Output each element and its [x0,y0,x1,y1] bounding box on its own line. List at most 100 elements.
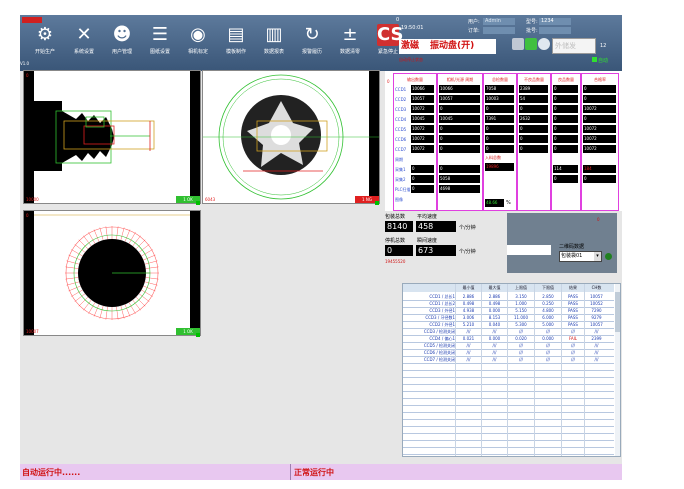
status-right: 正常运行中 [294,468,334,477]
table-row[interactable]: CCD5 / 检测关闭 /// /// /// /// /// /// [403,342,614,349]
stop-label: 停机总数 [385,238,406,244]
table-cell [508,440,534,447]
qr-data-label: 二维码数据 [559,244,585,250]
table-cell [562,426,584,433]
magnetize-mode[interactable]: 激磁 [399,39,429,54]
table-cell: /// [570,357,576,362]
data-report-button[interactable]: ▥ 数据报表 [254,24,294,68]
template-icon: ▤ [227,24,245,45]
table-row[interactable] [403,412,614,419]
start-production-button[interactable]: ⚙ 开始生产 [25,24,65,68]
camera-view-1[interactable]: 0 10000 1 OK [23,70,201,204]
table-cell [456,370,481,377]
table-column-divider [455,284,456,456]
alarm-history-button[interactable]: ↻ 报警履历 [292,24,332,68]
camera-corner-marker [196,201,200,205]
drawing-settings-button[interactable]: ☰ 图纸设置 [140,24,180,68]
counter-cell: 0 [553,175,578,183]
qr-input[interactable] [507,245,551,255]
table-row[interactable] [403,384,614,391]
table-cell [535,447,561,454]
table-cell [456,426,481,433]
stats-panel: 包装总数 平均速度 8140 458 个/分钟 停机总数 瞬间速度 0 673 … [383,213,622,279]
template-button[interactable]: ▤ 模板制作 [216,24,256,68]
counter-number: 19455520 [385,259,406,264]
table-row[interactable]: CCD2 / 外径1 5.210 0.040 5.300 5.000 PASS 10057 [403,321,614,328]
system-settings-button[interactable]: ✕ 系统设置 [64,24,104,68]
table-cell: 1.000 [515,301,527,306]
vibration-plate-mode[interactable]: 振动盘(开) [428,39,496,54]
counter-cell: 10045 [411,115,434,123]
model-label: 型号: [526,19,538,25]
table-row[interactable]: CCD1 / 总长1 2.886 2.886 3.150 2.850 PASS 10057 [403,293,614,300]
table-cell [456,433,481,440]
table-cell [585,440,608,447]
counter-cell: 184 [583,165,616,173]
table-row[interactable] [403,377,614,384]
row-label: CCD2 [395,97,407,102]
table-row[interactable] [403,398,614,405]
table-cell: CCD3 / 牙径数1 [425,315,455,320]
table-cell [403,391,455,398]
counter-cell: 10072 [583,125,616,133]
table-row[interactable] [403,405,614,412]
table-cell [535,398,561,405]
table-cell [585,398,608,405]
table-cell [508,384,534,391]
table-column-header [403,284,455,292]
scrollbar-thumb[interactable] [615,292,620,332]
table-cell: /// [492,329,497,334]
radial-probe-line [66,281,80,286]
data-clear-button[interactable]: ± 数据清零 [330,24,370,68]
table-cell [508,405,534,412]
check-icon[interactable] [525,38,537,50]
output-dropdown[interactable]: 外储发 [552,38,596,54]
table-row[interactable] [403,440,614,447]
table-row[interactable]: CCD3 / 检测关闭 /// /// /// /// /// /// [403,328,614,335]
user-label: 用户: [468,19,480,25]
table-row[interactable] [403,426,614,433]
row-label: CCD4 [395,117,407,122]
info-icon[interactable] [538,38,550,50]
table-cell: 6.000 [542,315,554,320]
table-row[interactable]: CCD6 / 检测关闭 /// /// /// /// /// /// [403,349,614,356]
camera-id-label: 10007 [26,329,39,334]
measurement-table[interactable]: 最小值 最大值 上限值 下限值 结果 CH数 CCD1 / 总长1 2.886 2.886 3.… [402,283,621,457]
table-cell [508,377,534,384]
table-row[interactable] [403,433,614,440]
counter-cell: 10066 [439,85,480,93]
counter-cell: 114 [553,165,578,173]
table-row[interactable] [403,363,614,370]
row-label: CCD7 [395,147,407,152]
table-row[interactable] [403,447,614,454]
table-row[interactable]: CCD4 / 偏心1 0.021 0.000 0.020 0.000 FAIL 2399 [403,335,614,342]
counter-cell: 7058 [485,85,514,93]
table-column-header: 结果 [569,285,577,290]
lock-icon[interactable] [512,38,524,50]
camera-calibration-button[interactable]: ◉ 相机标定 [178,24,218,68]
order-label: 订单: [468,28,480,34]
table-cell [562,377,584,384]
table-row[interactable] [403,391,614,398]
table-row[interactable] [403,370,614,377]
table-cell: /// [594,357,599,362]
table-scrollbar[interactable] [615,284,620,456]
counter-cell: 0 [439,165,480,173]
camera-view-2[interactable]: 6043 1 NG [202,70,380,204]
table-cell [403,440,455,447]
counter-cell: 10057 [411,95,434,103]
counter-cell: 0 [553,105,578,113]
table-row[interactable]: CCD3 / 牙径数1 3.006 8.153 11.000 6.000 PASS 9279 [403,314,614,321]
user-management-button[interactable]: ☻ 用户管理 [102,24,142,68]
table-cell [535,426,561,433]
table-row[interactable]: CCD7 / 检测关闭 /// /// /// /// /// /// [403,356,614,363]
table-cell [508,447,534,454]
table-row[interactable]: CCD3 / 外径1 4.938 0.000 5.150 4.800 PASS 7290 [403,307,614,314]
qr-select[interactable]: 包装袋01 ▾ [559,251,602,262]
batch-label: 批号: [526,28,538,34]
table-row[interactable] [403,419,614,426]
radial-probe-line [99,227,104,241]
camera-view-3[interactable]: 0 10007 1 OK [23,210,201,336]
table-cell [456,419,481,426]
table-row[interactable]: CCD1 / 总长2 0.498 0.498 1.000 0.250 PASS 10052 [403,300,614,307]
